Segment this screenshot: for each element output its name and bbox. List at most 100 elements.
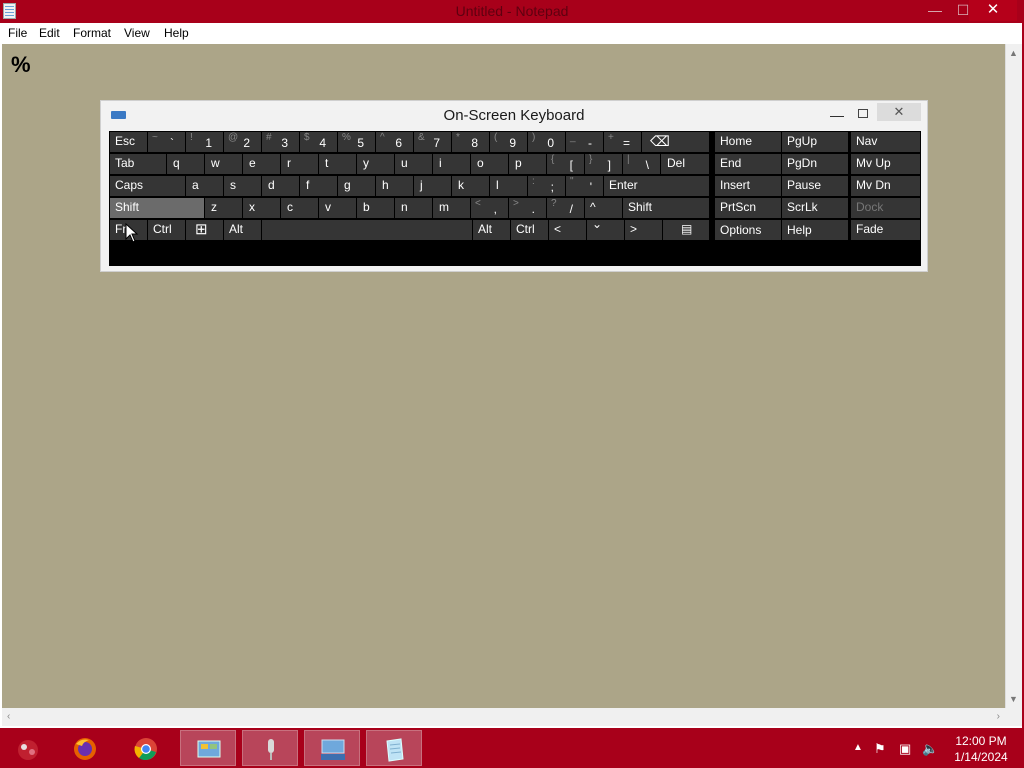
volume-muted-icon[interactable]: 🔈 — [922, 741, 938, 757]
show-hidden-icons-button[interactable]: ▲ — [853, 742, 863, 753]
key-context-menu[interactable]: ▤ — [663, 220, 709, 240]
key-backtick[interactable]: ~ ` — [148, 132, 185, 152]
close-button[interactable]: ✕ — [969, 0, 1017, 21]
key-ctrl-left[interactable]: Ctrl — [148, 220, 185, 240]
scroll-up-icon[interactable]: ▲ — [1009, 48, 1018, 58]
taskbar-speech-recognition[interactable] — [242, 730, 298, 766]
menu-help[interactable]: Help — [164, 26, 189, 40]
scroll-down-icon[interactable]: ▼ — [1009, 694, 1018, 704]
key-u[interactable]: u — [395, 154, 432, 174]
notepad-titlebar[interactable]: Untitled - Notepad — ☐ ✕ — [0, 0, 1024, 23]
menu-file[interactable]: File — [8, 26, 27, 40]
key-tab[interactable]: Tab — [110, 154, 166, 174]
key-k[interactable]: k — [452, 176, 489, 196]
key-v[interactable]: v — [319, 198, 356, 218]
scroll-right-icon[interactable]: › — [997, 711, 1000, 722]
key-shift-right[interactable]: Shift — [623, 198, 709, 218]
key-enter[interactable]: Enter — [604, 176, 709, 196]
size-grip[interactable] — [1005, 708, 1022, 726]
network-icon[interactable]: ▣ — [899, 741, 911, 757]
key-r[interactable]: r — [281, 154, 318, 174]
key-s[interactable]: s — [224, 176, 261, 196]
key-slash[interactable]: ? / — [547, 198, 584, 218]
key-dock[interactable]: Dock — [851, 198, 920, 218]
taskbar-on-screen-keyboard[interactable] — [304, 730, 360, 766]
key-8[interactable]: * 8 — [452, 132, 489, 152]
key-2[interactable]: @2 — [224, 132, 261, 152]
key-t[interactable]: t — [319, 154, 356, 174]
taskbar-chrome[interactable] — [118, 730, 174, 766]
key-4[interactable]: $4 — [300, 132, 337, 152]
minimize-button[interactable]: — — [921, 0, 949, 20]
menu-format[interactable]: Format — [73, 26, 111, 40]
key-c[interactable]: c — [281, 198, 318, 218]
key-1[interactable]: ! 1 — [186, 132, 223, 152]
key-z[interactable]: z — [205, 198, 242, 218]
key-move-up[interactable]: Mv Up — [851, 154, 920, 174]
key-p[interactable]: p — [509, 154, 546, 174]
key-nav[interactable]: Nav — [851, 132, 920, 152]
key-equals[interactable]: + = — [604, 132, 641, 152]
key-minus[interactable]: _ - — [566, 132, 603, 152]
key-fade[interactable]: Fade — [851, 220, 920, 240]
osk-maximize-button[interactable] — [858, 109, 868, 118]
key-options[interactable]: Options — [715, 220, 781, 240]
key-backspace[interactable]: ⌫ — [642, 132, 709, 152]
key-move-down[interactable]: Mv Dn — [851, 176, 920, 196]
key-home[interactable]: Home — [715, 132, 781, 152]
key-b[interactable]: b — [357, 198, 394, 218]
key-end[interactable]: End — [715, 154, 781, 174]
key-backslash[interactable]: | \ — [623, 154, 660, 174]
menu-view[interactable]: View — [124, 26, 150, 40]
osk-minimize-button[interactable]: — — [830, 107, 844, 123]
key-prtscn[interactable]: PrtScn — [715, 198, 781, 218]
key-pgup[interactable]: PgUp — [782, 132, 848, 152]
key-space[interactable] — [262, 220, 472, 240]
key-down-arrow[interactable]: ⌄ — [587, 220, 624, 240]
key-shift-left[interactable]: Shift — [110, 198, 204, 218]
taskbar-notepad[interactable] — [366, 730, 422, 766]
key-comma[interactable]: <, — [471, 198, 508, 218]
key-right-arrow[interactable]: > — [625, 220, 662, 240]
key-l[interactable]: l — [490, 176, 527, 196]
vertical-scrollbar[interactable]: ▲ ▼ — [1005, 44, 1022, 708]
key-help[interactable]: Help — [782, 220, 848, 240]
key-j[interactable]: j — [414, 176, 451, 196]
key-d[interactable]: d — [262, 176, 299, 196]
key-7[interactable]: & 7 — [414, 132, 451, 152]
key-y[interactable]: y — [357, 154, 394, 174]
key-x[interactable]: x — [243, 198, 280, 218]
action-center-flag-icon[interactable]: ⚑ — [874, 741, 886, 757]
key-a[interactable]: a — [186, 176, 223, 196]
key-q[interactable]: q — [167, 154, 204, 174]
key-semicolon[interactable]: :; — [528, 176, 565, 196]
key-period[interactable]: >. — [509, 198, 546, 218]
key-w[interactable]: w — [205, 154, 242, 174]
taskbar-clock[interactable]: 12:00 PM 1/14/2024 — [944, 733, 1018, 765]
key-pgdn[interactable]: PgDn — [782, 154, 848, 174]
key-0[interactable]: ) 0 — [528, 132, 565, 152]
taskbar-firefox[interactable] — [57, 730, 113, 766]
key-left-bracket[interactable]: {[ — [547, 154, 584, 174]
key-h[interactable]: h — [376, 176, 413, 196]
key-9[interactable]: (9 — [490, 132, 527, 152]
key-insert[interactable]: Insert — [715, 176, 781, 196]
osk-close-button[interactable]: ✕ — [877, 103, 921, 121]
scroll-left-icon[interactable]: ‹ — [7, 711, 10, 722]
key-windows[interactable]: ⊞ — [186, 220, 223, 240]
key-o[interactable]: o — [471, 154, 508, 174]
key-6[interactable]: ^ 6 — [376, 132, 413, 152]
key-del[interactable]: Del — [661, 154, 709, 174]
menu-edit[interactable]: Edit — [39, 26, 60, 40]
key-alt-left[interactable]: Alt — [224, 220, 261, 240]
key-up-arrow[interactable]: ^ — [585, 198, 622, 218]
key-alt-right[interactable]: Alt — [473, 220, 510, 240]
key-right-bracket[interactable]: }] — [585, 154, 622, 174]
key-scrlk[interactable]: ScrLk — [782, 198, 848, 218]
key-quote[interactable]: " ' — [566, 176, 603, 196]
key-5[interactable]: % 5 — [338, 132, 375, 152]
key-caps[interactable]: Caps — [110, 176, 185, 196]
key-left-arrow[interactable]: < — [549, 220, 586, 240]
key-esc[interactable]: Esc — [110, 132, 147, 152]
horizontal-scrollbar[interactable]: ‹ › — [2, 708, 1005, 726]
